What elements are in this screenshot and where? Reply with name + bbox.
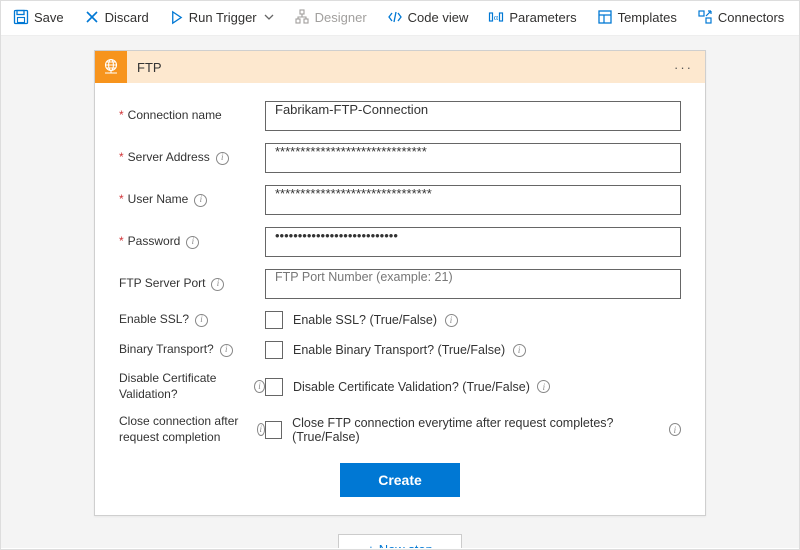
designer-button[interactable]: Designer <box>286 7 375 27</box>
code-icon <box>387 9 403 25</box>
new-step-button[interactable]: +New step <box>338 534 462 548</box>
code-view-label: Code view <box>408 10 469 25</box>
info-icon[interactable]: i <box>257 423 265 436</box>
ftp-port-label: FTP Server Porti <box>119 276 265 292</box>
connectors-icon <box>697 9 713 25</box>
designer-canvas: FTP ··· *Connection name Fabrikam-FTP-Co… <box>1 36 799 548</box>
card-title: FTP <box>127 60 662 75</box>
card-menu-button[interactable]: ··· <box>662 60 705 75</box>
templates-icon <box>597 9 613 25</box>
discard-button[interactable]: Discard <box>76 7 157 27</box>
info-icon[interactable]: i <box>194 194 207 207</box>
close-conn-check-label: Close FTP connection everytime after req… <box>292 416 681 444</box>
save-label: Save <box>34 10 64 25</box>
card-header[interactable]: FTP ··· <box>95 51 705 83</box>
server-address-label: *Server Addressi <box>119 150 265 166</box>
toolbar: Save Discard Run Trigger Designer Code v… <box>1 1 799 36</box>
designer-icon <box>294 9 310 25</box>
enable-ssl-check-label: Enable SSL? (True/False) i <box>293 313 458 327</box>
password-input[interactable]: ••••••••••••••••••••••••••• <box>265 227 681 257</box>
binary-transport-label: Binary Transport?i <box>119 342 265 358</box>
disable-cert-check-label: Disable Certificate Validation? (True/Fa… <box>293 380 550 394</box>
info-icon[interactable]: i <box>254 380 265 393</box>
ftp-icon <box>95 51 127 83</box>
designer-label: Designer <box>315 10 367 25</box>
info-icon[interactable]: i <box>220 344 233 357</box>
info-icon[interactable]: i <box>669 423 681 436</box>
connectors-label: Connectors <box>718 10 784 25</box>
new-step-label: New step <box>379 542 433 548</box>
info-icon[interactable]: i <box>195 314 208 327</box>
templates-button[interactable]: Templates <box>589 7 685 27</box>
info-icon[interactable]: i <box>537 380 550 393</box>
ftp-card: FTP ··· *Connection name Fabrikam-FTP-Co… <box>94 50 706 516</box>
enable-ssl-checkbox[interactable] <box>265 311 283 329</box>
close-conn-checkbox[interactable] <box>265 421 282 439</box>
discard-icon <box>84 9 100 25</box>
parameters-label: Parameters <box>509 10 576 25</box>
password-label: *Passwordi <box>119 234 265 250</box>
binary-transport-checkbox[interactable] <box>265 341 283 359</box>
info-icon[interactable]: i <box>211 278 224 291</box>
binary-check-label: Enable Binary Transport? (True/False) i <box>293 343 526 357</box>
ftp-port-input[interactable]: FTP Port Number (example: 21) <box>265 269 681 299</box>
enable-ssl-label: Enable SSL?i <box>119 312 265 328</box>
connection-name-input[interactable]: Fabrikam-FTP-Connection <box>265 101 681 131</box>
save-icon <box>13 9 29 25</box>
create-button[interactable]: Create <box>340 463 460 497</box>
templates-label: Templates <box>618 10 677 25</box>
card-body: *Connection name Fabrikam-FTP-Connection… <box>95 83 705 515</box>
parameters-icon: α <box>488 9 504 25</box>
user-name-label: *User Namei <box>119 192 265 208</box>
play-icon <box>169 10 184 25</box>
disable-cert-checkbox[interactable] <box>265 378 283 396</box>
info-icon[interactable]: i <box>445 314 458 327</box>
save-button[interactable]: Save <box>5 7 72 27</box>
connection-name-label: *Connection name <box>119 108 265 124</box>
disable-cert-label: Disable Certificate Validation?i <box>119 371 265 402</box>
chevron-down-icon <box>264 12 274 22</box>
code-view-button[interactable]: Code view <box>379 7 477 27</box>
parameters-button[interactable]: α Parameters <box>480 7 584 27</box>
user-name-input[interactable]: ******************************* <box>265 185 681 215</box>
discard-label: Discard <box>105 10 149 25</box>
info-icon[interactable]: i <box>186 236 199 249</box>
connectors-button[interactable]: Connectors <box>689 7 792 27</box>
svg-text:α: α <box>494 13 499 22</box>
info-icon[interactable]: i <box>513 344 526 357</box>
run-trigger-label: Run Trigger <box>189 10 257 25</box>
info-icon[interactable]: i <box>216 152 229 165</box>
server-address-input[interactable]: ****************************** <box>265 143 681 173</box>
close-conn-label: Close connection after request completio… <box>119 414 265 445</box>
run-trigger-button[interactable]: Run Trigger <box>161 8 282 27</box>
